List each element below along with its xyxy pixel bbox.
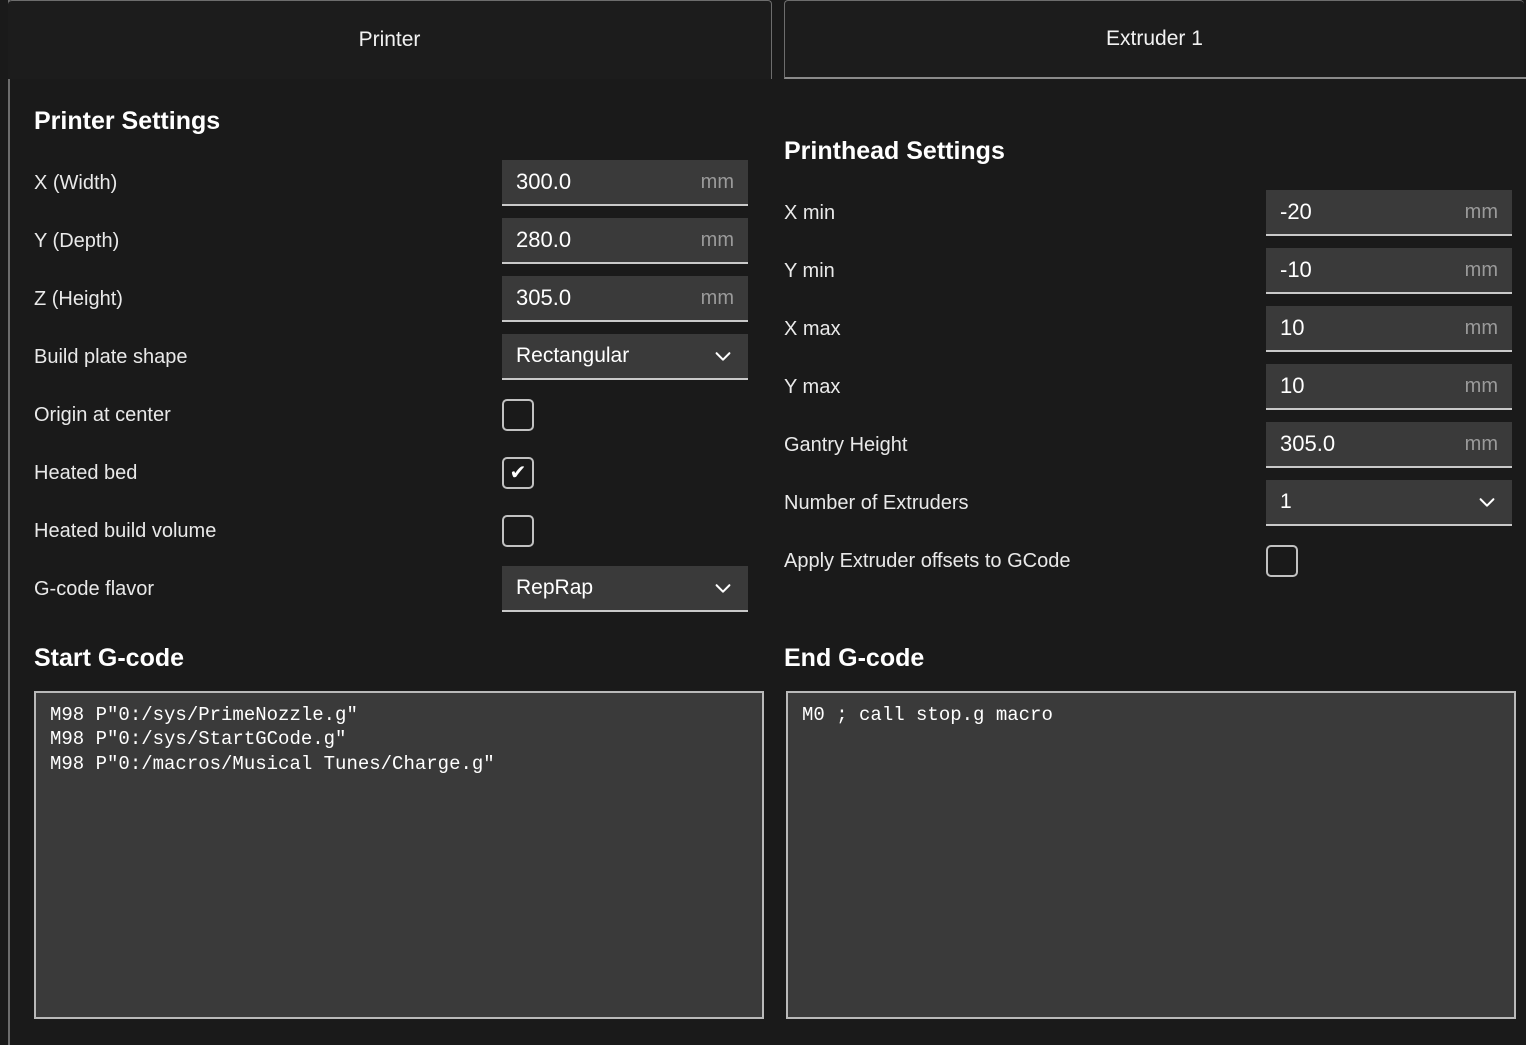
chevron-down-icon [1479, 498, 1495, 507]
row-apply-extruder-offsets: Apply Extruder offsets to GCode [784, 532, 1512, 590]
input-x-width[interactable]: 300.0 mm [502, 160, 748, 206]
input-z-height-unit: mm [700, 286, 734, 309]
input-y-max-unit: mm [1464, 374, 1498, 397]
end-gcode-title: End G-code [784, 644, 925, 672]
input-z-height[interactable]: 305.0 mm [502, 276, 748, 322]
label-heated-bed: Heated bed [34, 461, 138, 484]
printer-settings-column: Printer Settings X (Width) 300.0 mm Y (D… [10, 79, 772, 618]
row-number-of-extruders: Number of Extruders 1 [784, 474, 1512, 532]
select-gcode-flavor-value: RepRap [516, 576, 594, 599]
input-x-max-unit: mm [1464, 316, 1498, 339]
input-y-depth-unit: mm [700, 228, 734, 251]
row-origin-at-center: Origin at center [34, 386, 748, 444]
printhead-settings-heading: Printhead Settings [784, 137, 1005, 165]
row-build-plate-shape: Build plate shape Rectangular [34, 328, 748, 386]
printhead-settings-column: Printhead Settings X min -20 mm Y min -1… [772, 79, 1526, 618]
input-x-min[interactable]: -20 mm [1266, 190, 1512, 236]
chevron-down-icon [715, 352, 731, 361]
check-icon: ✔ [509, 462, 527, 484]
printer-settings-rows: X (Width) 300.0 mm Y (Depth) 280.0 mm Z … [10, 154, 772, 618]
label-number-of-extruders: Number of Extruders [784, 491, 969, 514]
input-x-min-unit: mm [1464, 200, 1498, 223]
label-build-plate-shape: Build plate shape [34, 345, 188, 368]
chevron-down-icon [715, 584, 731, 593]
input-y-min-unit: mm [1464, 258, 1498, 281]
label-x-min: X min [784, 201, 836, 224]
start-gcode-textarea[interactable]: M98 P"0:/sys/PrimeNozzle.g" M98 P"0:/sys… [34, 691, 764, 1019]
row-gcode-flavor: G-code flavor RepRap [34, 560, 748, 618]
label-y-min: Y min [784, 259, 835, 282]
input-y-max[interactable]: 10 mm [1266, 364, 1512, 410]
label-y-depth: Y (Depth) [34, 229, 120, 252]
checkbox-apply-extruder-offsets[interactable] [1266, 545, 1298, 577]
row-y-min: Y min -10 mm [784, 242, 1512, 300]
checkbox-heated-bed[interactable]: ✔ [502, 457, 534, 489]
input-x-width-value: 300.0 [516, 169, 572, 194]
start-gcode-title: Start G-code [34, 644, 185, 672]
label-origin-at-center: Origin at center [34, 403, 171, 426]
gcode-titles: Start G-code End G-code [0, 644, 1526, 673]
row-gantry-height: Gantry Height 305.0 mm [784, 416, 1512, 474]
input-gantry-height-unit: mm [1464, 432, 1498, 455]
input-x-max[interactable]: 10 mm [1266, 306, 1512, 352]
tab-printer[interactable]: Printer [8, 0, 772, 79]
select-build-plate-shape-value: Rectangular [516, 344, 630, 367]
tab-extruder-1[interactable]: Extruder 1 [784, 0, 1524, 79]
row-z-height: Z (Height) 305.0 mm [34, 270, 748, 328]
input-y-min[interactable]: -10 mm [1266, 248, 1512, 294]
input-y-depth[interactable]: 280.0 mm [502, 218, 748, 264]
label-gantry-height: Gantry Height [784, 433, 908, 456]
label-z-height: Z (Height) [34, 287, 123, 310]
label-y-max: Y max [784, 375, 841, 398]
input-y-max-value: 10 [1280, 373, 1305, 398]
row-x-width: X (Width) 300.0 mm [34, 154, 748, 212]
input-gantry-height[interactable]: 305.0 mm [1266, 422, 1512, 468]
settings-content: Printer Settings X (Width) 300.0 mm Y (D… [0, 79, 1526, 618]
input-y-min-value: -10 [1280, 257, 1312, 282]
printer-settings-heading: Printer Settings [34, 107, 221, 135]
row-x-min: X min -20 mm [784, 184, 1512, 242]
label-apply-extruder-offsets: Apply Extruder offsets to GCode [784, 549, 1071, 572]
input-gantry-height-value: 305.0 [1280, 431, 1336, 456]
input-x-width-unit: mm [700, 170, 734, 193]
label-x-width: X (Width) [34, 171, 118, 194]
select-number-of-extruders-value: 1 [1280, 490, 1292, 513]
checkbox-origin-at-center[interactable] [502, 399, 534, 431]
row-x-max: X max 10 mm [784, 300, 1512, 358]
input-x-max-value: 10 [1280, 315, 1305, 340]
row-y-max: Y max 10 mm [784, 358, 1512, 416]
row-heated-build-volume: Heated build volume [34, 502, 748, 560]
tab-bar: Printer Extruder 1 [0, 0, 1526, 79]
label-gcode-flavor: G-code flavor [34, 577, 155, 600]
input-z-height-value: 305.0 [516, 285, 572, 310]
checkbox-heated-build-volume[interactable] [502, 515, 534, 547]
row-heated-bed: Heated bed ✔ [34, 444, 748, 502]
input-x-min-value: -20 [1280, 199, 1312, 224]
select-number-of-extruders[interactable]: 1 [1266, 480, 1512, 526]
tab-extruder-1-label: Extruder 1 [1106, 27, 1203, 50]
printhead-settings-rows: X min -20 mm Y min -10 mm X max 10 mm Y … [772, 184, 1526, 590]
select-build-plate-shape[interactable]: Rectangular [502, 334, 748, 380]
row-y-depth: Y (Depth) 280.0 mm [34, 212, 748, 270]
tab-printer-label: Printer [358, 28, 421, 51]
label-heated-build-volume: Heated build volume [34, 519, 217, 542]
input-y-depth-value: 280.0 [516, 227, 572, 252]
label-x-max: X max [784, 317, 841, 340]
select-gcode-flavor[interactable]: RepRap [502, 566, 748, 612]
gcode-editors: M98 P"0:/sys/PrimeNozzle.g" M98 P"0:/sys… [0, 691, 1526, 1019]
end-gcode-textarea[interactable]: M0 ; call stop.g macro [786, 691, 1516, 1019]
